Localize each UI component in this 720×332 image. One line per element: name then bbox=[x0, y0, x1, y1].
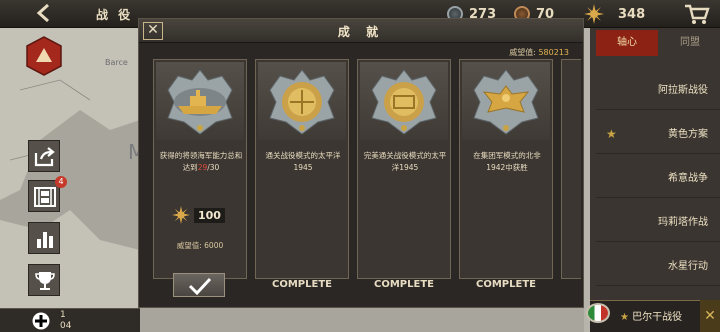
campaign-item[interactable]: 水星行动 bbox=[596, 248, 720, 286]
prestige-total-label: 威望值: bbox=[509, 48, 536, 57]
dialog-title: 成 就 bbox=[337, 25, 385, 39]
complete-label: COMPLETE bbox=[272, 279, 332, 290]
turn-number-bottom: 04 bbox=[60, 321, 72, 331]
tab-axis[interactable]: 轴心 bbox=[596, 30, 658, 56]
campaign-item-label: 玛莉塔作战 bbox=[658, 217, 708, 228]
tab-allies[interactable]: 同盟 bbox=[660, 30, 720, 56]
trophy-icon bbox=[35, 272, 55, 290]
share-button[interactable] bbox=[28, 140, 60, 172]
notification-badge: 4 bbox=[55, 176, 67, 188]
achievement-card: 在集团军模式的北非1942中获胜 bbox=[459, 59, 553, 279]
bar-chart-icon bbox=[37, 232, 53, 248]
complete-label: COMPLETE bbox=[374, 279, 434, 290]
reward-value: 100 bbox=[194, 207, 225, 223]
campaign-item-label: 希意战争 bbox=[668, 173, 708, 184]
checkmark-icon bbox=[188, 277, 212, 295]
achievement-card: 通关战役模式的太平洋1945 bbox=[255, 59, 349, 279]
achievements-dialog: ✕ 成 就 威望值: 580213 获得的将领海军能力总和达到29/30 100… bbox=[138, 18, 584, 308]
battleship-medal-icon bbox=[167, 69, 233, 135]
achievement-prestige: 威望值: 6000 bbox=[176, 241, 224, 250]
faction-emblem-button[interactable] bbox=[26, 36, 62, 76]
eagle-medal-icon bbox=[473, 69, 539, 135]
achievement-description: 获得的将领海军能力总和达到29/30 bbox=[159, 151, 243, 172]
campaign-item-label: 黄色方案 bbox=[668, 129, 708, 140]
film-icon bbox=[34, 187, 56, 207]
turn-number-top: 1 bbox=[60, 310, 66, 320]
crest-medal-icon bbox=[371, 69, 437, 135]
prestige-total: 威望值: 580213 bbox=[509, 47, 569, 58]
gold-sun-icon bbox=[172, 206, 190, 224]
achievement-card: 完美通关战役模式的太平洋1945 bbox=[357, 59, 451, 279]
achievement-card-partial bbox=[561, 59, 581, 279]
collapse-panel-button[interactable]: ✕ bbox=[700, 300, 720, 332]
prestige-total-value: 580213 bbox=[538, 48, 569, 57]
gold-value: 348 bbox=[618, 6, 646, 22]
achievement-art bbox=[360, 62, 448, 140]
dialog-header: ✕ 成 就 bbox=[139, 19, 583, 43]
campaign-item[interactable]: 玛莉塔作战 bbox=[596, 204, 720, 242]
star-icon: ★ bbox=[620, 312, 633, 323]
campaign-item-label: 水星行动 bbox=[668, 261, 708, 272]
achievement-description: 在集团军模式的北非1942中获胜 bbox=[473, 151, 541, 172]
achievement-art bbox=[462, 62, 550, 140]
map-city-label: Barce bbox=[105, 58, 128, 67]
campaign-item[interactable]: ★ 黄色方案 bbox=[596, 116, 720, 154]
progress-current: 29 bbox=[197, 163, 208, 172]
campaign-item-label: 阿拉斯战役 bbox=[658, 85, 708, 96]
page-title: 战 役 bbox=[96, 8, 134, 22]
campaign-item[interactable]: 希意战争 bbox=[596, 160, 720, 198]
achievement-description: 通关战役模式的太平洋1945 bbox=[265, 151, 341, 172]
achievement-art bbox=[258, 62, 346, 140]
achievement-description: 完美通关战役模式的太平洋1945 bbox=[363, 151, 447, 172]
crest-medal-icon bbox=[269, 69, 335, 135]
back-button[interactable] bbox=[30, 2, 58, 26]
achievements-button[interactable] bbox=[28, 264, 60, 296]
achievement-card: 获得的将领海军能力总和达到29/30 100 威望值: 6000 bbox=[153, 59, 247, 279]
gold-sun-icon bbox=[584, 4, 604, 24]
iron-cross-icon bbox=[32, 312, 50, 330]
campaign-item[interactable]: 阿拉斯战役 bbox=[596, 72, 720, 110]
chevron-left-icon bbox=[36, 3, 49, 23]
share-icon bbox=[34, 147, 55, 167]
achievement-art bbox=[156, 62, 244, 140]
shop-cart-button[interactable] bbox=[682, 1, 712, 27]
star-icon: ★ bbox=[606, 127, 617, 141]
reward: 100 bbox=[172, 206, 225, 224]
selected-campaign-label: ★ 巴尔干战役 bbox=[620, 312, 683, 323]
gold-counter: 348 bbox=[584, 4, 645, 24]
statistics-button[interactable] bbox=[28, 222, 60, 254]
complete-label: COMPLETE bbox=[476, 279, 536, 290]
claim-reward-button[interactable] bbox=[173, 273, 225, 297]
italy-flag-icon bbox=[586, 303, 610, 323]
